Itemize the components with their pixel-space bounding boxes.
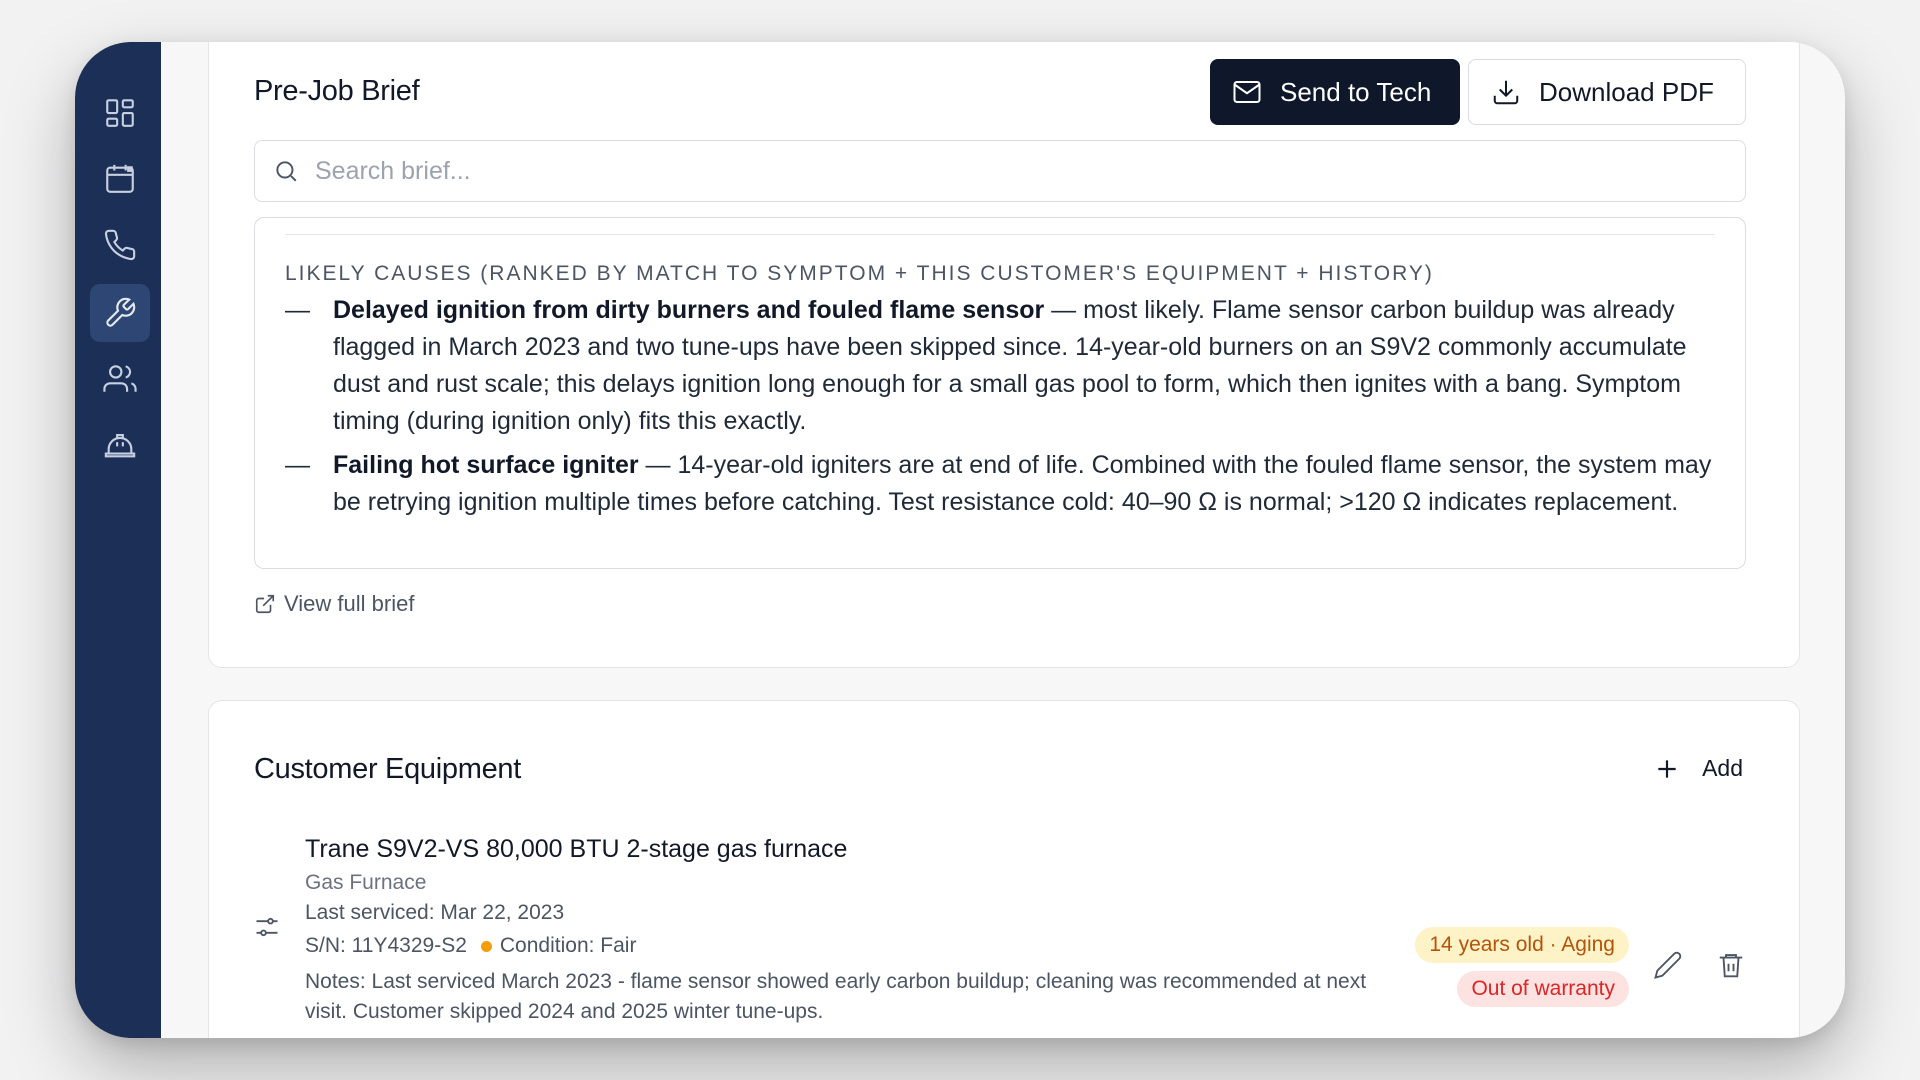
view-full-brief-link[interactable]: View full brief — [254, 591, 414, 617]
equipment-type: Gas Furnace — [305, 871, 427, 894]
search-icon — [276, 161, 297, 182]
pencil-icon — [1654, 951, 1682, 979]
pre-job-brief-card: Pre-Job Brief Send to Tech Download PDF … — [208, 42, 1800, 668]
delete-equipment-button[interactable] — [1713, 947, 1749, 983]
sliders-icon — [256, 917, 278, 937]
download-pdf-label: Download PDF — [1539, 76, 1714, 107]
hard-hat-icon — [104, 434, 136, 458]
cause-title: Failing hot surface igniter — [333, 451, 639, 479]
view-full-brief-label: View full brief — [284, 591, 415, 616]
calendar-icon — [106, 164, 134, 193]
phone-icon — [104, 229, 136, 261]
add-label: Add — [1702, 755, 1743, 781]
sidebar-item-calendar[interactable] — [90, 150, 150, 208]
condition-label: Condition: Fair — [499, 934, 637, 957]
cause-body: Failing hot surface igniter — 14-year-ol… — [333, 447, 1725, 521]
brief-search — [254, 140, 1746, 202]
send-to-tech-button[interactable]: Send to Tech — [1210, 59, 1460, 125]
sidebar — [75, 42, 161, 1038]
warranty-badge: Out of warranty — [1457, 971, 1629, 1007]
add-equipment-button[interactable]: Add — [1654, 755, 1743, 782]
equipment-meta: S/N: 11Y4329-S2 Condition: Fair — [305, 934, 636, 958]
brief-content: LIKELY CAUSES (RANKED BY MATCH TO SYMPTO… — [254, 217, 1746, 569]
last-serviced: Last serviced: Mar 22, 2023 — [305, 901, 565, 924]
sidebar-item-jobs[interactable] — [90, 284, 150, 342]
age-badge: 14 years old · Aging — [1415, 927, 1629, 963]
customer-equipment-card: Customer Equipment Add Trane S9V2-VS 80,… — [208, 700, 1800, 1038]
download-icon — [1493, 80, 1519, 105]
likely-causes-heading: LIKELY CAUSES (RANKED BY MATCH TO SYMPTO… — [285, 262, 1434, 285]
cause-dash: — — [285, 296, 310, 324]
search-input[interactable] — [313, 155, 1745, 187]
serial-number: S/N: 11Y4329-S2 — [305, 934, 467, 957]
brief-title: Pre-Job Brief — [254, 75, 420, 107]
condition: Condition: Fair — [480, 934, 637, 958]
sidebar-item-calls[interactable] — [90, 216, 150, 274]
equipment-name: Trane S9V2-VS 80,000 BTU 2-stage gas fur… — [305, 835, 848, 863]
trash-icon — [1719, 954, 1743, 978]
cause-title: Delayed ignition from dirty burners and … — [333, 296, 1045, 324]
app-window: Pre-Job Brief Send to Tech Download PDF … — [75, 42, 1845, 1038]
external-link-icon — [255, 594, 275, 614]
cause-dash: — — [285, 451, 310, 479]
cause-item: — Delayed ignition from dirty burners an… — [285, 292, 1725, 440]
users-icon — [103, 365, 137, 392]
mail-icon — [1233, 81, 1261, 103]
sidebar-item-customers[interactable] — [90, 350, 150, 408]
wrench-icon — [106, 297, 136, 327]
cause-item: — Failing hot surface igniter — 14-year-… — [285, 447, 1725, 521]
cause-body: Delayed ignition from dirty burners and … — [333, 292, 1725, 440]
equipment-notes: Notes: Last serviced March 2023 - flame … — [305, 970, 1367, 1023]
main-content: Pre-Job Brief Send to Tech Download PDF … — [161, 42, 1845, 1038]
download-pdf-button[interactable]: Download PDF — [1468, 59, 1746, 125]
sidebar-item-dashboard[interactable] — [90, 84, 150, 142]
condition-dot — [480, 941, 492, 952]
send-to-tech-label: Send to Tech — [1280, 76, 1432, 107]
divider — [285, 234, 1715, 235]
grid-icon — [106, 99, 134, 127]
plus-icon — [1658, 759, 1676, 778]
equipment-title: Customer Equipment — [254, 753, 521, 785]
sidebar-item-technicians[interactable] — [90, 416, 150, 474]
edit-equipment-button[interactable] — [1650, 947, 1686, 983]
